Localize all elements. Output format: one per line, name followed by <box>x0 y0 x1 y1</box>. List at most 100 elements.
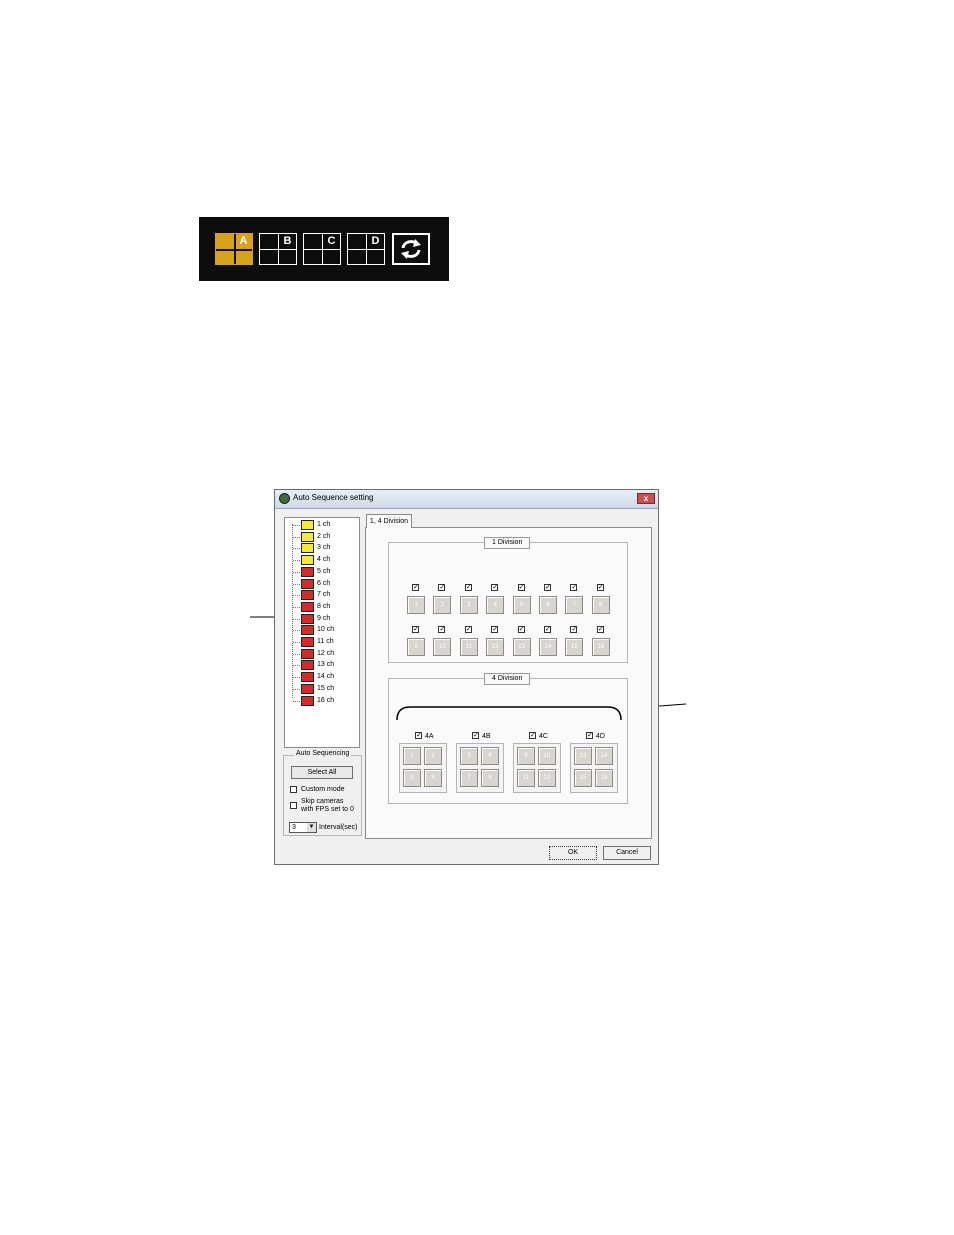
channel-checkbox[interactable]: ✓ <box>544 584 551 591</box>
title-bar[interactable]: Auto Sequence setting x <box>275 490 658 509</box>
channel-button[interactable]: 9 <box>517 747 535 765</box>
channel-checkbox[interactable]: ✓ <box>596 584 604 591</box>
channel-button[interactable]: 2 <box>433 596 452 614</box>
channel-tree-item[interactable]: 6 ch <box>285 578 359 590</box>
channel-label: 8 ch <box>317 602 331 610</box>
channel-tree-item[interactable]: 16 ch <box>285 695 359 707</box>
channel-checkbox[interactable]: ✓ <box>412 626 419 633</box>
tree-connector <box>293 595 300 597</box>
quad-checkbox[interactable]: ✓ <box>415 732 422 739</box>
channel-button[interactable]: 4 <box>486 596 505 614</box>
tree-connector <box>293 560 300 562</box>
interval-value: 3 <box>292 824 296 831</box>
channel-button[interactable]: 11 <box>459 638 478 656</box>
tree-connector <box>293 583 300 585</box>
channel-checkbox[interactable]: ✓ <box>544 626 551 633</box>
channel-checkbox[interactable]: ✓ <box>596 626 604 633</box>
channel-button[interactable]: 11 <box>517 769 535 787</box>
channel-button[interactable]: 8 <box>481 769 499 787</box>
channel-tree-item[interactable]: 5 ch <box>285 566 359 578</box>
close-button[interactable]: x <box>637 493 655 504</box>
camera-icon <box>301 578 314 589</box>
skip-cameras-checkbox[interactable] <box>290 802 297 809</box>
camera-icon <box>301 648 314 659</box>
channel-button[interactable]: 3 <box>459 596 478 614</box>
channel-button[interactable]: 7 <box>460 769 478 787</box>
channel-button[interactable]: 12 <box>486 638 505 656</box>
channel-tree-item[interactable]: 15 ch <box>285 683 359 695</box>
channel-checkbox[interactable]: ✓ <box>438 626 446 633</box>
quad-label: 4C <box>539 733 548 740</box>
quad-checkbox[interactable]: ✓ <box>472 732 479 739</box>
channel-checkbox[interactable]: ✓ <box>491 584 499 591</box>
channel-label: 1 ch <box>317 521 331 528</box>
interval-select[interactable]: 3 ▼ <box>289 822 317 833</box>
channel-tree-item[interactable]: 8 ch <box>285 601 359 613</box>
channel-button[interactable]: 5 <box>460 747 478 765</box>
quad-checkbox[interactable]: ✓ <box>586 732 593 739</box>
ok-button[interactable]: OK <box>549 846 597 860</box>
channel-checkbox[interactable]: ✓ <box>438 584 446 591</box>
select-all-button[interactable]: Select All <box>291 766 353 779</box>
camera-icon <box>301 672 314 683</box>
channel-button[interactable]: 15 <box>565 638 584 656</box>
channel-button[interactable]: 6 <box>539 596 557 614</box>
auto-sequence-button[interactable] <box>392 233 430 265</box>
channel-button[interactable]: 1 <box>407 596 425 614</box>
channel-tree-item[interactable]: 9 ch <box>285 613 359 625</box>
channel-tree-item[interactable]: 4 ch <box>285 555 359 566</box>
channel-checkbox[interactable]: ✓ <box>491 626 499 633</box>
channel-tree-item[interactable]: 2 ch <box>285 531 359 543</box>
quad-d-button[interactable]: D <box>347 233 385 265</box>
channel-button[interactable]: 10 <box>538 747 556 765</box>
channel-button[interactable]: 13 <box>512 638 531 656</box>
channel-button[interactable]: 14 <box>539 638 557 656</box>
quad-a-button[interactable]: A <box>215 233 253 265</box>
channel-button[interactable]: 7 <box>565 596 584 614</box>
channel-tree-item[interactable]: 7 ch <box>285 590 359 601</box>
channel-button[interactable]: 8 <box>591 596 610 614</box>
channel-tree[interactable]: 1 ch 2 ch 3 ch 4 ch 5 ch 6 ch 7 ch 8 ch 9 ch 10 c… <box>284 517 360 748</box>
custom-mode-label: Custom mode <box>301 786 345 793</box>
channel-tree-item[interactable]: 13 ch <box>285 660 359 671</box>
channel-checkbox[interactable]: ✓ <box>570 584 578 591</box>
channel-button[interactable]: 5 <box>512 596 531 614</box>
channel-button[interactable]: 16 <box>591 638 610 656</box>
chevron-down-icon[interactable]: ▼ <box>307 823 316 832</box>
cancel-button[interactable]: Cancel <box>603 846 651 860</box>
channel-button[interactable]: 4 <box>424 769 442 787</box>
channel-checkbox[interactable]: ✓ <box>570 626 578 633</box>
quad-b-button[interactable]: B <box>259 233 297 265</box>
tab-panel: 1 Division ✓ 1 ✓ 2 ✓ 3 ✓ 4 ✓ 5 ✓ 6 ✓ 7 ✓ 8 ✓ 9 ✓ 10 ✓ 11 ✓ 12 ✓ 1… <box>365 527 652 839</box>
camera-icon <box>301 590 314 601</box>
quad-c-button[interactable]: C <box>303 233 341 265</box>
channel-tree-item[interactable]: 12 ch <box>285 648 359 660</box>
channel-tree-item[interactable]: 10 ch <box>285 625 359 636</box>
channel-checkbox[interactable]: ✓ <box>517 584 525 591</box>
channel-button[interactable]: 14 <box>595 747 613 765</box>
channel-tree-item[interactable]: 11 ch <box>285 637 359 648</box>
channel-tree-item[interactable]: 3 ch <box>285 543 359 554</box>
channel-button[interactable]: 6 <box>481 747 499 765</box>
channel-button[interactable]: 9 <box>407 638 425 656</box>
channel-button[interactable]: 2 <box>424 747 442 765</box>
channel-button[interactable]: 3 <box>403 769 421 787</box>
channel-checkbox[interactable]: ✓ <box>464 626 472 633</box>
custom-mode-checkbox[interactable] <box>290 786 297 793</box>
tree-connector <box>293 548 300 550</box>
tab-1-4-division[interactable]: 1, 4 Division <box>366 514 412 528</box>
channel-button[interactable]: 10 <box>433 638 452 656</box>
channel-checkbox[interactable]: ✓ <box>464 584 472 591</box>
channel-checkbox[interactable]: ✓ <box>517 626 525 633</box>
quad-checkbox[interactable]: ✓ <box>529 732 536 739</box>
channel-button[interactable]: 15 <box>574 769 592 787</box>
channel-button[interactable]: 1 <box>403 747 421 765</box>
channel-button[interactable]: 13 <box>574 747 592 765</box>
channel-label: 11 ch <box>317 638 334 645</box>
channel-checkbox[interactable]: ✓ <box>412 584 419 591</box>
channel-label: 13 ch <box>317 661 335 669</box>
channel-tree-item[interactable]: 1 ch <box>285 520 359 531</box>
channel-button[interactable]: 12 <box>538 769 556 787</box>
channel-tree-item[interactable]: 14 ch <box>285 672 359 683</box>
channel-button[interactable]: 16 <box>595 769 613 787</box>
